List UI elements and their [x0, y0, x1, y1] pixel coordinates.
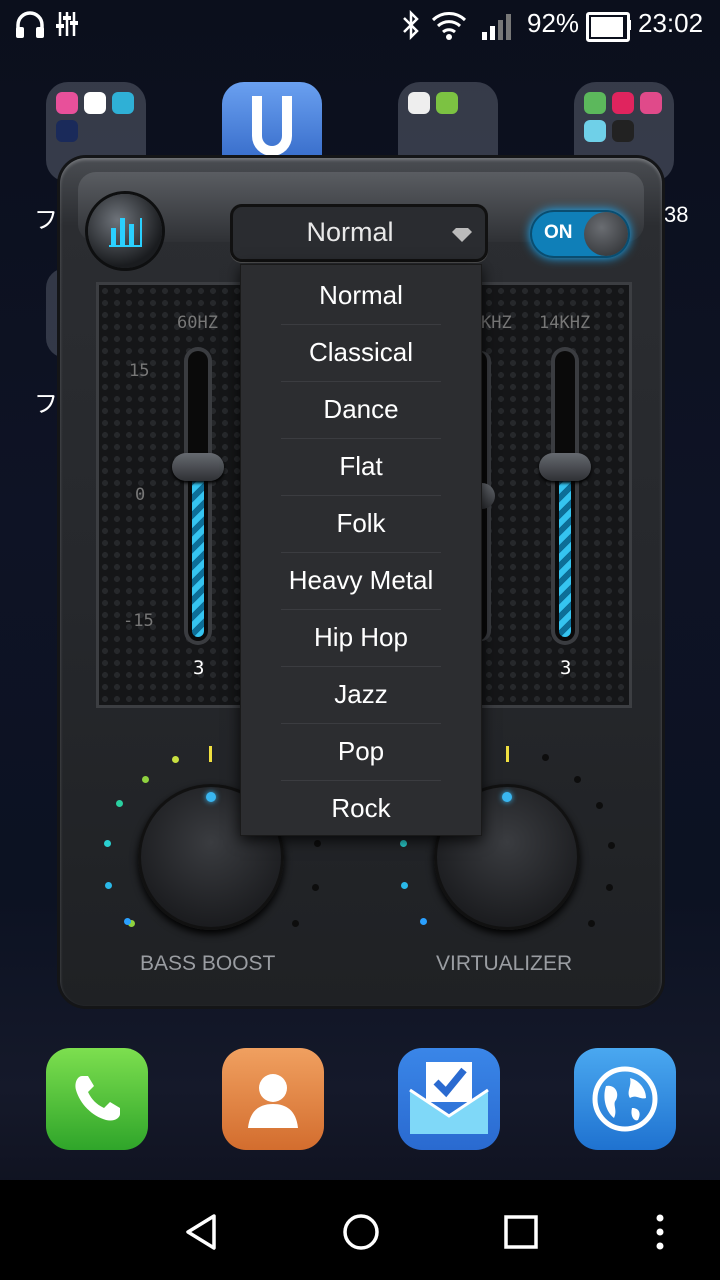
scale-zero: 0 — [135, 485, 146, 505]
level-led — [401, 882, 408, 889]
band-value: 3 — [560, 657, 572, 679]
home-label-fragment: フ — [34, 391, 58, 418]
preset-option-hip-hop[interactable]: Hip Hop — [241, 609, 481, 666]
slider-thumb[interactable] — [539, 453, 591, 481]
battery-icon — [586, 12, 630, 42]
clock: 23:02 — [638, 8, 704, 38]
slider-fill — [559, 469, 571, 637]
preset-option-rock[interactable]: Rock — [241, 780, 481, 837]
band-slider-14khz[interactable] — [555, 351, 575, 641]
band-slider-60hz[interactable] — [188, 351, 208, 641]
preset-option-dance[interactable]: Dance — [241, 381, 481, 438]
level-led — [588, 920, 595, 927]
toggle-knob — [584, 212, 628, 256]
equalizer-bars-icon — [109, 218, 142, 247]
home-icon[interactable] — [342, 1213, 380, 1251]
preset-option-jazz[interactable]: Jazz — [241, 666, 481, 723]
band-value: 3 — [193, 657, 205, 679]
scale-max: 15 — [129, 361, 150, 381]
headphones-icon — [16, 11, 44, 38]
navigation-bar — [0, 1180, 720, 1280]
back-icon[interactable] — [182, 1212, 222, 1252]
freq-label-14khz: 14KHZ — [539, 313, 591, 333]
home-label-fragment: フ — [34, 207, 58, 234]
signal-icon — [482, 14, 511, 40]
freq-label-60hz: 60HZ — [177, 313, 218, 333]
level-led — [104, 840, 111, 847]
phone-icon[interactable] — [46, 1048, 148, 1150]
home-label-fragment: 38 — [664, 202, 689, 227]
bluetooth-icon — [403, 10, 419, 40]
knob-indicator — [502, 792, 512, 802]
preset-option-normal[interactable]: Normal — [241, 267, 481, 324]
preset-option-heavy-metal[interactable]: Heavy Metal — [241, 552, 481, 609]
preset-option-pop[interactable]: Pop — [241, 723, 481, 780]
scale-min: -15 — [123, 611, 154, 631]
contacts-icon[interactable] — [222, 1048, 324, 1150]
level-led — [312, 884, 319, 891]
more-options-icon[interactable] — [652, 1212, 668, 1252]
level-led — [172, 756, 179, 763]
level-led — [606, 884, 613, 891]
equalizer-icon — [56, 12, 78, 36]
slider-fill — [192, 469, 204, 637]
level-led — [420, 918, 427, 925]
level-marker — [209, 746, 212, 762]
inbox-icon[interactable] — [398, 1048, 500, 1150]
preset-option-flat[interactable]: Flat — [241, 438, 481, 495]
browser-icon[interactable] — [574, 1048, 676, 1150]
preset-dropdown-menu: Normal Classical Dance Flat Folk Heavy M… — [240, 264, 482, 836]
recents-icon[interactable] — [504, 1215, 538, 1249]
preset-selected-value: Normal — [306, 217, 394, 247]
dropdown-diamond-icon — [452, 228, 472, 242]
wifi-icon — [431, 12, 467, 40]
level-led — [142, 776, 149, 783]
level-led — [542, 754, 549, 761]
preset-select[interactable]: Normal — [230, 204, 488, 262]
level-led — [124, 918, 131, 925]
level-led — [574, 776, 581, 783]
freq-label-khz: KHZ — [481, 313, 512, 333]
level-led — [292, 920, 299, 927]
level-led — [314, 840, 321, 847]
battery-percent: 92% — [527, 8, 580, 38]
status-bar: 92% 23:02 — [0, 0, 720, 52]
level-led — [116, 800, 123, 807]
level-marker — [506, 746, 509, 762]
knob-indicator — [206, 792, 216, 802]
level-led — [105, 882, 112, 889]
slider-thumb[interactable] — [172, 453, 224, 481]
power-toggle[interactable]: ON — [530, 210, 630, 258]
preset-option-classical[interactable]: Classical — [241, 324, 481, 381]
level-led — [400, 840, 407, 847]
level-led — [596, 802, 603, 809]
level-led — [608, 842, 615, 849]
power-toggle-label: ON — [544, 222, 573, 243]
bass-boost-label: BASS BOOST — [140, 952, 276, 975]
preset-option-folk[interactable]: Folk — [241, 495, 481, 552]
virtualizer-label: VIRTUALIZER — [436, 952, 573, 975]
equalizer-app-button[interactable] — [88, 194, 162, 268]
